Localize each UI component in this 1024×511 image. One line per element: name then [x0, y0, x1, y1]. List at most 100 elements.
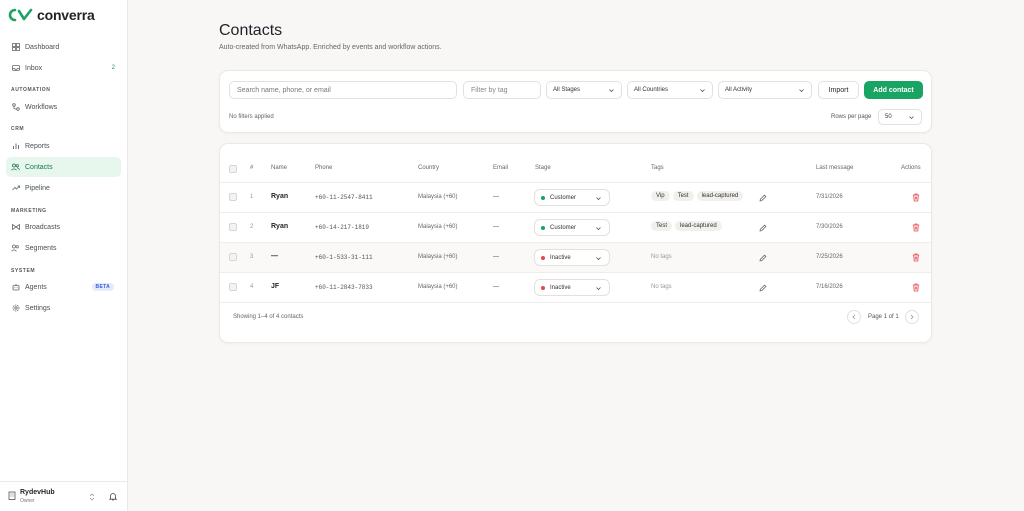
- row-num: 1: [250, 194, 254, 200]
- contact-name[interactable]: —: [271, 253, 278, 260]
- table-row[interactable]: 3 — +60-1-533-31-111 Malaysia (+60) — In…: [220, 242, 931, 272]
- page-subtitle: Auto-created from WhatsApp. Enriched by …: [219, 44, 442, 51]
- trash-icon[interactable]: [912, 223, 920, 234]
- rows-per-page-label: Rows per page: [831, 114, 872, 120]
- prev-page-button[interactable]: [847, 310, 861, 324]
- contact-phone: +60-11-2843-7833: [315, 284, 373, 291]
- sidebar-item-workflows[interactable]: Workflows: [6, 97, 121, 117]
- import-button[interactable]: Import: [818, 81, 859, 99]
- contact-country: Malaysia (+60): [418, 254, 458, 260]
- contact-name[interactable]: Ryan: [271, 223, 288, 230]
- workspace-switcher[interactable]: RydevHub Owner: [0, 481, 127, 511]
- table-row[interactable]: 4 JF +60-11-2843-7833 Malaysia (+60) — I…: [220, 272, 931, 302]
- page-indicator: Page 1 of 1: [868, 314, 899, 320]
- next-page-button[interactable]: [905, 310, 919, 324]
- row-checkbox[interactable]: [229, 283, 237, 291]
- row-checkbox[interactable]: [229, 193, 237, 201]
- workspace-role: Owner: [20, 498, 35, 504]
- chevron-down-icon: [596, 257, 601, 261]
- table-row[interactable]: 1 Ryan +60-11-2547-8411 Malaysia (+60) —…: [220, 182, 931, 212]
- row-num: 4: [250, 284, 254, 290]
- bell-icon[interactable]: [108, 492, 118, 503]
- section-system: SYSTEM: [11, 268, 36, 274]
- col-phone[interactable]: Phone: [315, 165, 332, 171]
- sidebar-item-contacts[interactable]: Contacts: [6, 157, 121, 177]
- segments-icon: [11, 244, 20, 253]
- sidebar-item-reports[interactable]: Reports: [6, 136, 121, 156]
- chevron-down-icon: [609, 89, 614, 93]
- contact-country: Malaysia (+60): [418, 224, 458, 230]
- table-row[interactable]: 2 Ryan +60-14-217-1819 Malaysia (+60) — …: [220, 212, 931, 242]
- stage-dropdown[interactable]: Customer: [534, 189, 610, 206]
- row-checkbox[interactable]: [229, 223, 237, 231]
- add-contact-button[interactable]: Add contact: [864, 81, 923, 99]
- col-stage[interactable]: Stage: [535, 165, 551, 171]
- section-crm: CRM: [11, 126, 25, 132]
- sidebar-item-label: Agents: [25, 283, 47, 291]
- chevron-right-icon: [910, 314, 914, 320]
- filters-status: No filters applied: [229, 114, 274, 120]
- sidebar-item-label: Inbox: [25, 64, 43, 72]
- col-name[interactable]: Name: [271, 165, 287, 171]
- broadcast-icon: [11, 223, 20, 232]
- trash-icon[interactable]: [912, 193, 920, 204]
- stage-value: Inactive: [550, 284, 571, 291]
- col-last-message[interactable]: Last message: [816, 165, 853, 171]
- col-num: #: [250, 165, 254, 171]
- brand-logo[interactable]: converra: [8, 6, 95, 24]
- sidebar-item-segments[interactable]: Segments: [6, 238, 121, 258]
- sidebar-item-label: Pipeline: [25, 184, 50, 192]
- sidebar-item-label: Workflows: [25, 103, 58, 111]
- rows-per-page-select[interactable]: 50: [878, 109, 922, 125]
- sidebar-item-broadcasts[interactable]: Broadcasts: [6, 217, 121, 237]
- inbox-count-badge: 2: [111, 65, 115, 71]
- gear-icon: [11, 304, 20, 313]
- sidebar-item-settings[interactable]: Settings: [6, 298, 121, 318]
- edit-tags-icon[interactable]: [759, 224, 767, 234]
- stage-dropdown[interactable]: Inactive: [534, 249, 610, 266]
- sidebar-item-inbox[interactable]: Inbox 2: [6, 58, 121, 78]
- edit-tags-icon[interactable]: [759, 194, 767, 204]
- stage-select[interactable]: All Stages: [546, 81, 622, 99]
- bar-chart-icon: [11, 142, 20, 151]
- stage-dot: [541, 225, 545, 230]
- section-marketing: MARKETING: [11, 208, 47, 214]
- stage-dropdown[interactable]: Inactive: [534, 279, 610, 296]
- row-checkbox[interactable]: [229, 253, 237, 261]
- rows-per-page-value: 50: [885, 114, 892, 120]
- select-all-checkbox[interactable]: [229, 165, 237, 173]
- stage-select-value: All Stages: [553, 87, 581, 93]
- activity-select[interactable]: All Activity: [718, 81, 812, 99]
- edit-tags-icon[interactable]: [759, 254, 767, 264]
- chevron-down-icon: [700, 89, 705, 93]
- tag-filter-input[interactable]: Filter by tag: [463, 81, 541, 99]
- contact-country: Malaysia (+60): [418, 194, 458, 200]
- search-input[interactable]: Search name, phone, or email: [229, 81, 457, 99]
- stage-dot: [541, 195, 545, 200]
- sidebar: converra Dashboard Inbox 2 AUTOMATION Wo…: [0, 0, 128, 511]
- sidebar-item-label: Dashboard: [25, 43, 60, 51]
- contact-email: —: [493, 254, 499, 260]
- sidebar-item-dashboard[interactable]: Dashboard: [6, 37, 121, 57]
- edit-tags-icon[interactable]: [759, 284, 767, 294]
- activity-select-value: All Activity: [725, 87, 753, 93]
- trash-icon[interactable]: [912, 253, 920, 264]
- col-country[interactable]: Country: [418, 165, 439, 171]
- contact-name[interactable]: Ryan: [271, 193, 288, 200]
- table-divider: [220, 302, 931, 303]
- beta-badge: BETA: [91, 283, 114, 291]
- col-email[interactable]: Email: [493, 165, 508, 171]
- sidebar-item-agents[interactable]: Agents BETA: [6, 277, 121, 297]
- stage-dropdown[interactable]: Customer: [534, 219, 610, 236]
- col-tags: Tags: [651, 165, 664, 171]
- trash-icon[interactable]: [912, 283, 920, 294]
- chevron-left-icon: [852, 314, 856, 320]
- contact-name[interactable]: JF: [271, 283, 279, 290]
- chevron-updown-icon[interactable]: [89, 493, 95, 503]
- country-select[interactable]: All Countries: [627, 81, 713, 99]
- filter-bar: Search name, phone, or email Filter by t…: [219, 70, 932, 133]
- contact-email: —: [493, 284, 499, 290]
- sidebar-item-pipeline[interactable]: Pipeline: [6, 178, 121, 198]
- last-message-date: 7/25/2026: [816, 254, 843, 260]
- no-tags-text: No tags: [651, 284, 672, 290]
